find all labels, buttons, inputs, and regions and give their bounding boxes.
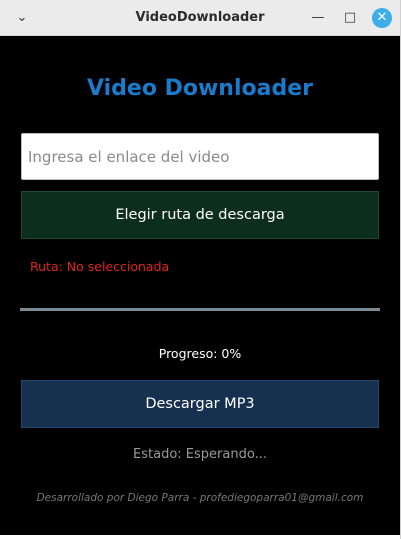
progress-label: Progreso: 0% <box>158 346 242 361</box>
credit-label: Desarrollado por Diego Parra - profedieg… <box>36 492 364 504</box>
close-icon[interactable]: ✕ <box>372 8 392 28</box>
progress-bar <box>20 308 380 311</box>
window-bottom-edge <box>0 535 400 539</box>
title-bar[interactable]: ⌄ VideoDownloader — □ ✕ <box>0 0 400 36</box>
maximize-icon[interactable]: □ <box>340 8 360 28</box>
status-label: Estado: Esperando... <box>133 447 267 462</box>
path-status-label: Ruta: No seleccionada <box>30 259 170 274</box>
app-title: Video Downloader <box>86 76 313 101</box>
app-content: Video Downloader Elegir ruta de descarga… <box>0 36 400 539</box>
download-mp3-button[interactable]: Descargar MP3 <box>21 380 379 428</box>
video-url-input[interactable] <box>21 133 379 180</box>
minimize-icon[interactable]: — <box>308 8 328 28</box>
app-window: ⌄ VideoDownloader — □ ✕ Video Downloader… <box>0 0 401 539</box>
choose-path-button[interactable]: Elegir ruta de descarga <box>21 191 379 239</box>
